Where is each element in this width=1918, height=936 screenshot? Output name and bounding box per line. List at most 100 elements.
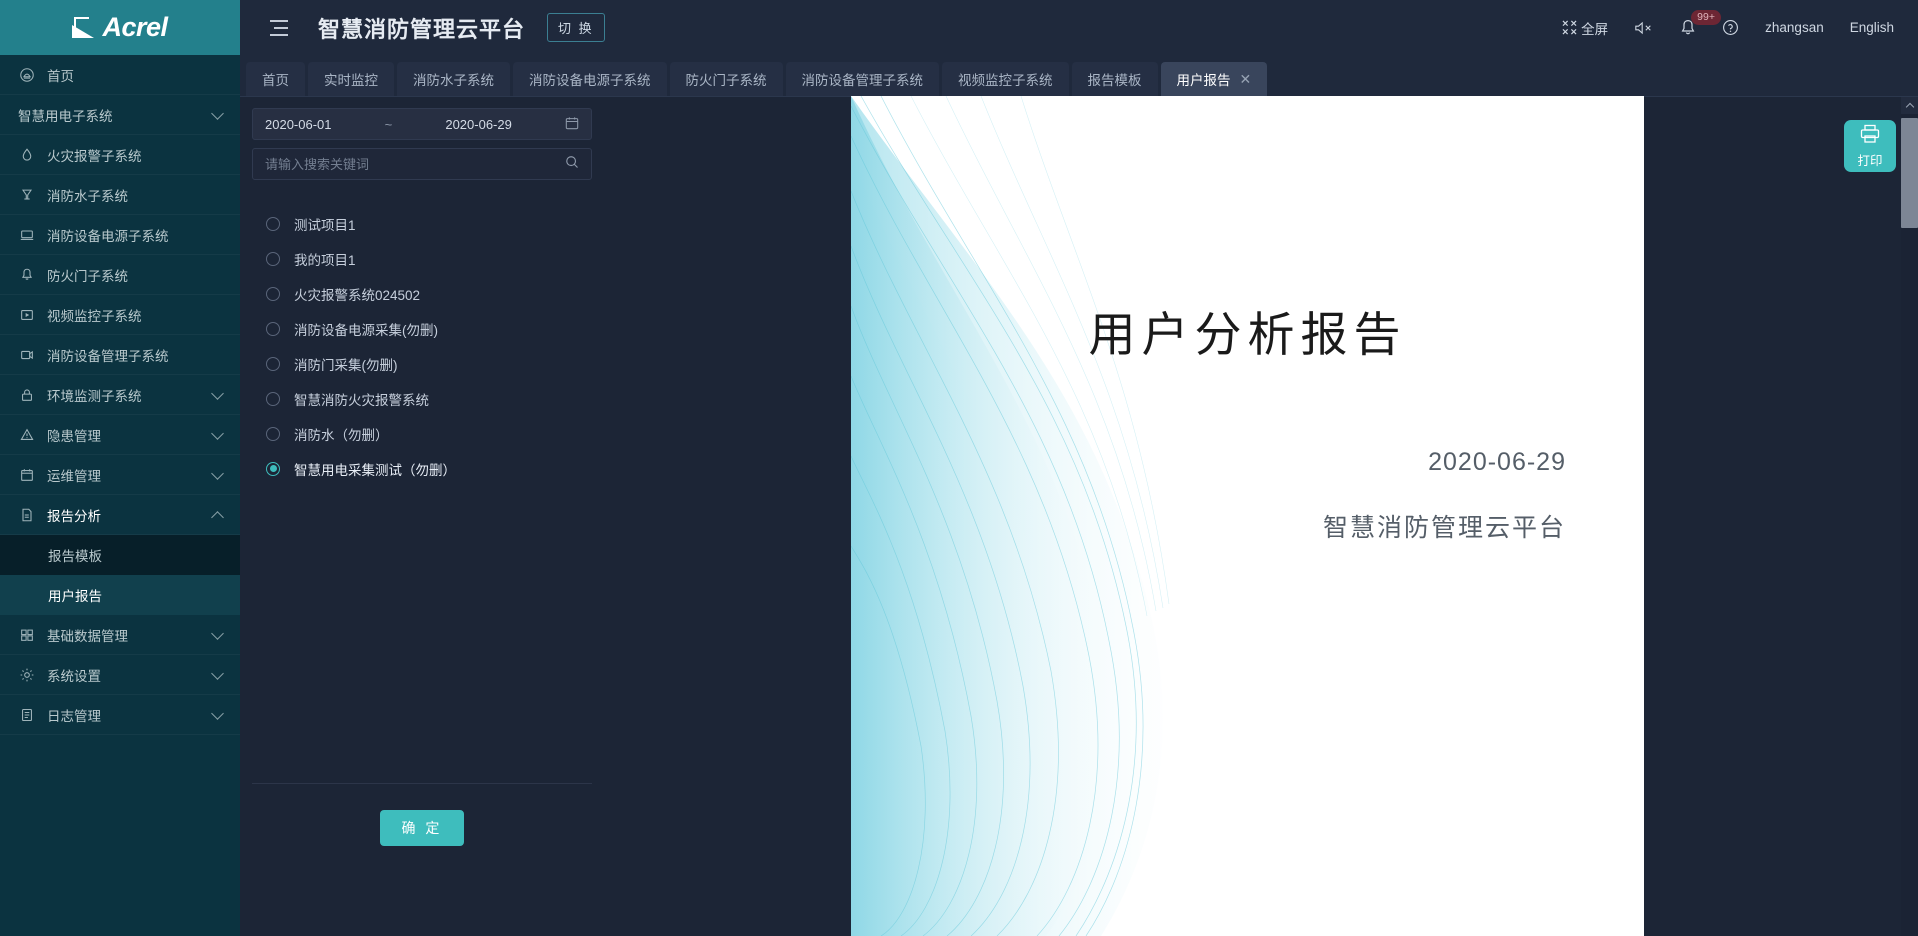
header-actions: 全屏 99+ zhangsan English [1562,10,1918,38]
help-button[interactable] [1722,19,1739,36]
tab-label: 用户报告 [1176,73,1231,88]
radio-icon[interactable] [266,251,280,266]
confirm-button[interactable]: 确 定 [379,810,465,846]
date-separator: ~ [384,116,393,132]
grid-icon [18,626,36,644]
tab-4[interactable]: 防火门子系统 [669,62,783,96]
notifications-button[interactable]: 99+ [1680,10,1721,36]
sidebar-item-label: 消防水子系统 [47,188,128,204]
sidebar-item-0[interactable]: 基础数据管理 [0,615,240,655]
brand-logo[interactable]: Acrel [0,0,240,55]
print-button[interactable]: 打印 [1844,120,1896,172]
filter-panel-footer: 确 定 [252,783,592,846]
acrel-logo-icon [72,16,98,39]
vertical-scrollbar-thumb[interactable] [1901,118,1918,228]
sidebar-subitem-0[interactable]: 报告模板 [0,535,240,575]
project-radio-7[interactable]: 智慧用电采集测试（勿删） [252,451,592,486]
date-range-picker[interactable]: 2020-06-01 ~ 2020-06-29 [252,108,592,140]
close-icon[interactable]: ✕ [1240,72,1252,86]
printer-icon [1859,124,1881,149]
radio-icon[interactable] [266,391,280,406]
print-label: 打印 [1857,153,1883,168]
sidebar-item-0[interactable]: 首页 [0,55,240,95]
gear-icon [18,666,36,684]
tab-label: 视频监控子系统 [958,73,1053,88]
chevron-down-icon [211,666,224,680]
tab-8[interactable]: 用户报告 ✕ [1160,62,1268,96]
tab-2[interactable]: 消防水子系统 [397,62,510,96]
report-subtitle: 智慧消防管理云平台 [1322,514,1566,542]
project-radio-label: 智慧用电采集测试（勿删） [294,462,456,478]
home-icon [18,66,36,84]
tab-7[interactable]: 报告模板 [1071,62,1158,96]
language-switcher[interactable]: English [1850,20,1894,35]
sidebar-subitem-label: 报告模板 [48,549,102,564]
sidebar-item-5[interactable]: 防火门子系统 [0,255,240,295]
sidebar-item-label: 报告分析 [47,508,101,524]
mute-button[interactable] [1634,20,1654,36]
tab-3[interactable]: 消防设备电源子系统 [513,62,667,96]
radio-icon[interactable] [266,426,280,441]
sidebar-subitem-label: 用户报告 [48,589,102,604]
radio-icon[interactable] [266,356,280,371]
tab-5[interactable]: 消防设备管理子系统 [785,62,939,96]
sidebar-item-label: 基础数据管理 [47,628,128,644]
sidebar-menu: 首页 智慧用电子系统 火灾报警子系统消防水子系统消防设备电源子系统 防火门子系统 视频监… [0,55,240,735]
sidebar-item-9[interactable]: 隐患管理 [0,415,240,455]
project-radio-2[interactable]: 火灾报警系统024502 [252,276,592,311]
search-input[interactable] [265,156,565,172]
report-cover-artwork [851,96,1281,936]
project-radio-4[interactable]: 消防门采集(勿删) [252,346,592,381]
brand-name: Acrel [102,12,168,42]
tab-1[interactable]: 实时监控 [308,62,394,96]
device-icon [18,346,36,364]
project-radio-list: 测试项目1 我的项目1 火灾报警系统024502 消防设备电源采集(勿删) 消防门采集(… [252,206,592,486]
project-radio-label: 火灾报警系统024502 [294,287,421,303]
sidebar-item-11[interactable]: 报告分析 [0,495,240,535]
tab-0[interactable]: 首页 [246,62,305,96]
sidebar-item-2[interactable]: 火灾报警子系统 [0,135,240,175]
search-icon[interactable] [565,155,579,174]
radio-icon[interactable] [266,286,280,301]
filter-panel: 2020-06-01 ~ 2020-06-29 测试项目1 我的项目1 火灾报警系统… [252,108,592,898]
project-radio-3[interactable]: 消防设备电源采集(勿删) [252,311,592,346]
radio-icon[interactable] [266,321,280,336]
project-radio-5[interactable]: 智慧消防火灾报警系统 [252,381,592,416]
project-radio-1[interactable]: 我的项目1 [252,241,592,276]
project-radio-label: 消防设备电源采集(勿删) [294,322,438,338]
radio-icon[interactable] [266,461,280,476]
sidebar-item-2[interactable]: 日志管理 [0,695,240,735]
tab-6[interactable]: 视频监控子系统 [942,62,1069,96]
sidebar-item-label: 消防设备管理子系统 [47,348,169,364]
user-menu[interactable]: zhangsan [1765,20,1824,35]
water-icon [18,186,36,204]
sidebar-item-7[interactable]: 消防设备管理子系统 [0,335,240,375]
search-box[interactable] [252,148,592,180]
sidebar-item-4[interactable]: 消防设备电源子系统 [0,215,240,255]
sidebar-item-1[interactable]: 系统设置 [0,655,240,695]
sidebar-item-10[interactable]: 运维管理 [0,455,240,495]
question-circle-icon [1722,19,1739,36]
report-title: 用户分析报告 [1088,308,1407,361]
sidebar-item-label: 环境监测子系统 [47,388,142,404]
scroll-up-button[interactable] [1901,97,1918,114]
project-radio-0[interactable]: 测试项目1 [252,206,592,241]
chevron-down-icon [211,626,224,640]
sidebar-item-3[interactable]: 消防水子系统 [0,175,240,215]
sidebar-item-1[interactable]: 智慧用电子系统 [0,95,240,135]
report-preview: 用户分析报告 2020-06-29 智慧消防管理云平台 [851,96,1644,936]
project-radio-6[interactable]: 消防水（勿删） [252,416,592,451]
sidebar-subitem-1[interactable]: 用户报告 [0,575,240,615]
fullscreen-button[interactable]: 全屏 [1562,18,1608,38]
project-radio-label: 智慧消防火灾报警系统 [294,392,429,408]
sidebar-item-6[interactable]: 视频监控子系统 [0,295,240,335]
switch-button[interactable]: 切 换 [547,13,605,42]
project-radio-label: 测试项目1 [294,217,356,233]
collapse-menu-icon[interactable] [266,15,292,41]
lock-icon [18,386,36,404]
project-radio-label: 消防水（勿删） [294,427,389,443]
sidebar-item-label: 系统设置 [47,668,101,684]
sidebar-item-8[interactable]: 环境监测子系统 [0,375,240,415]
radio-icon[interactable] [266,216,280,231]
date-end: 2020-06-29 [445,116,512,132]
